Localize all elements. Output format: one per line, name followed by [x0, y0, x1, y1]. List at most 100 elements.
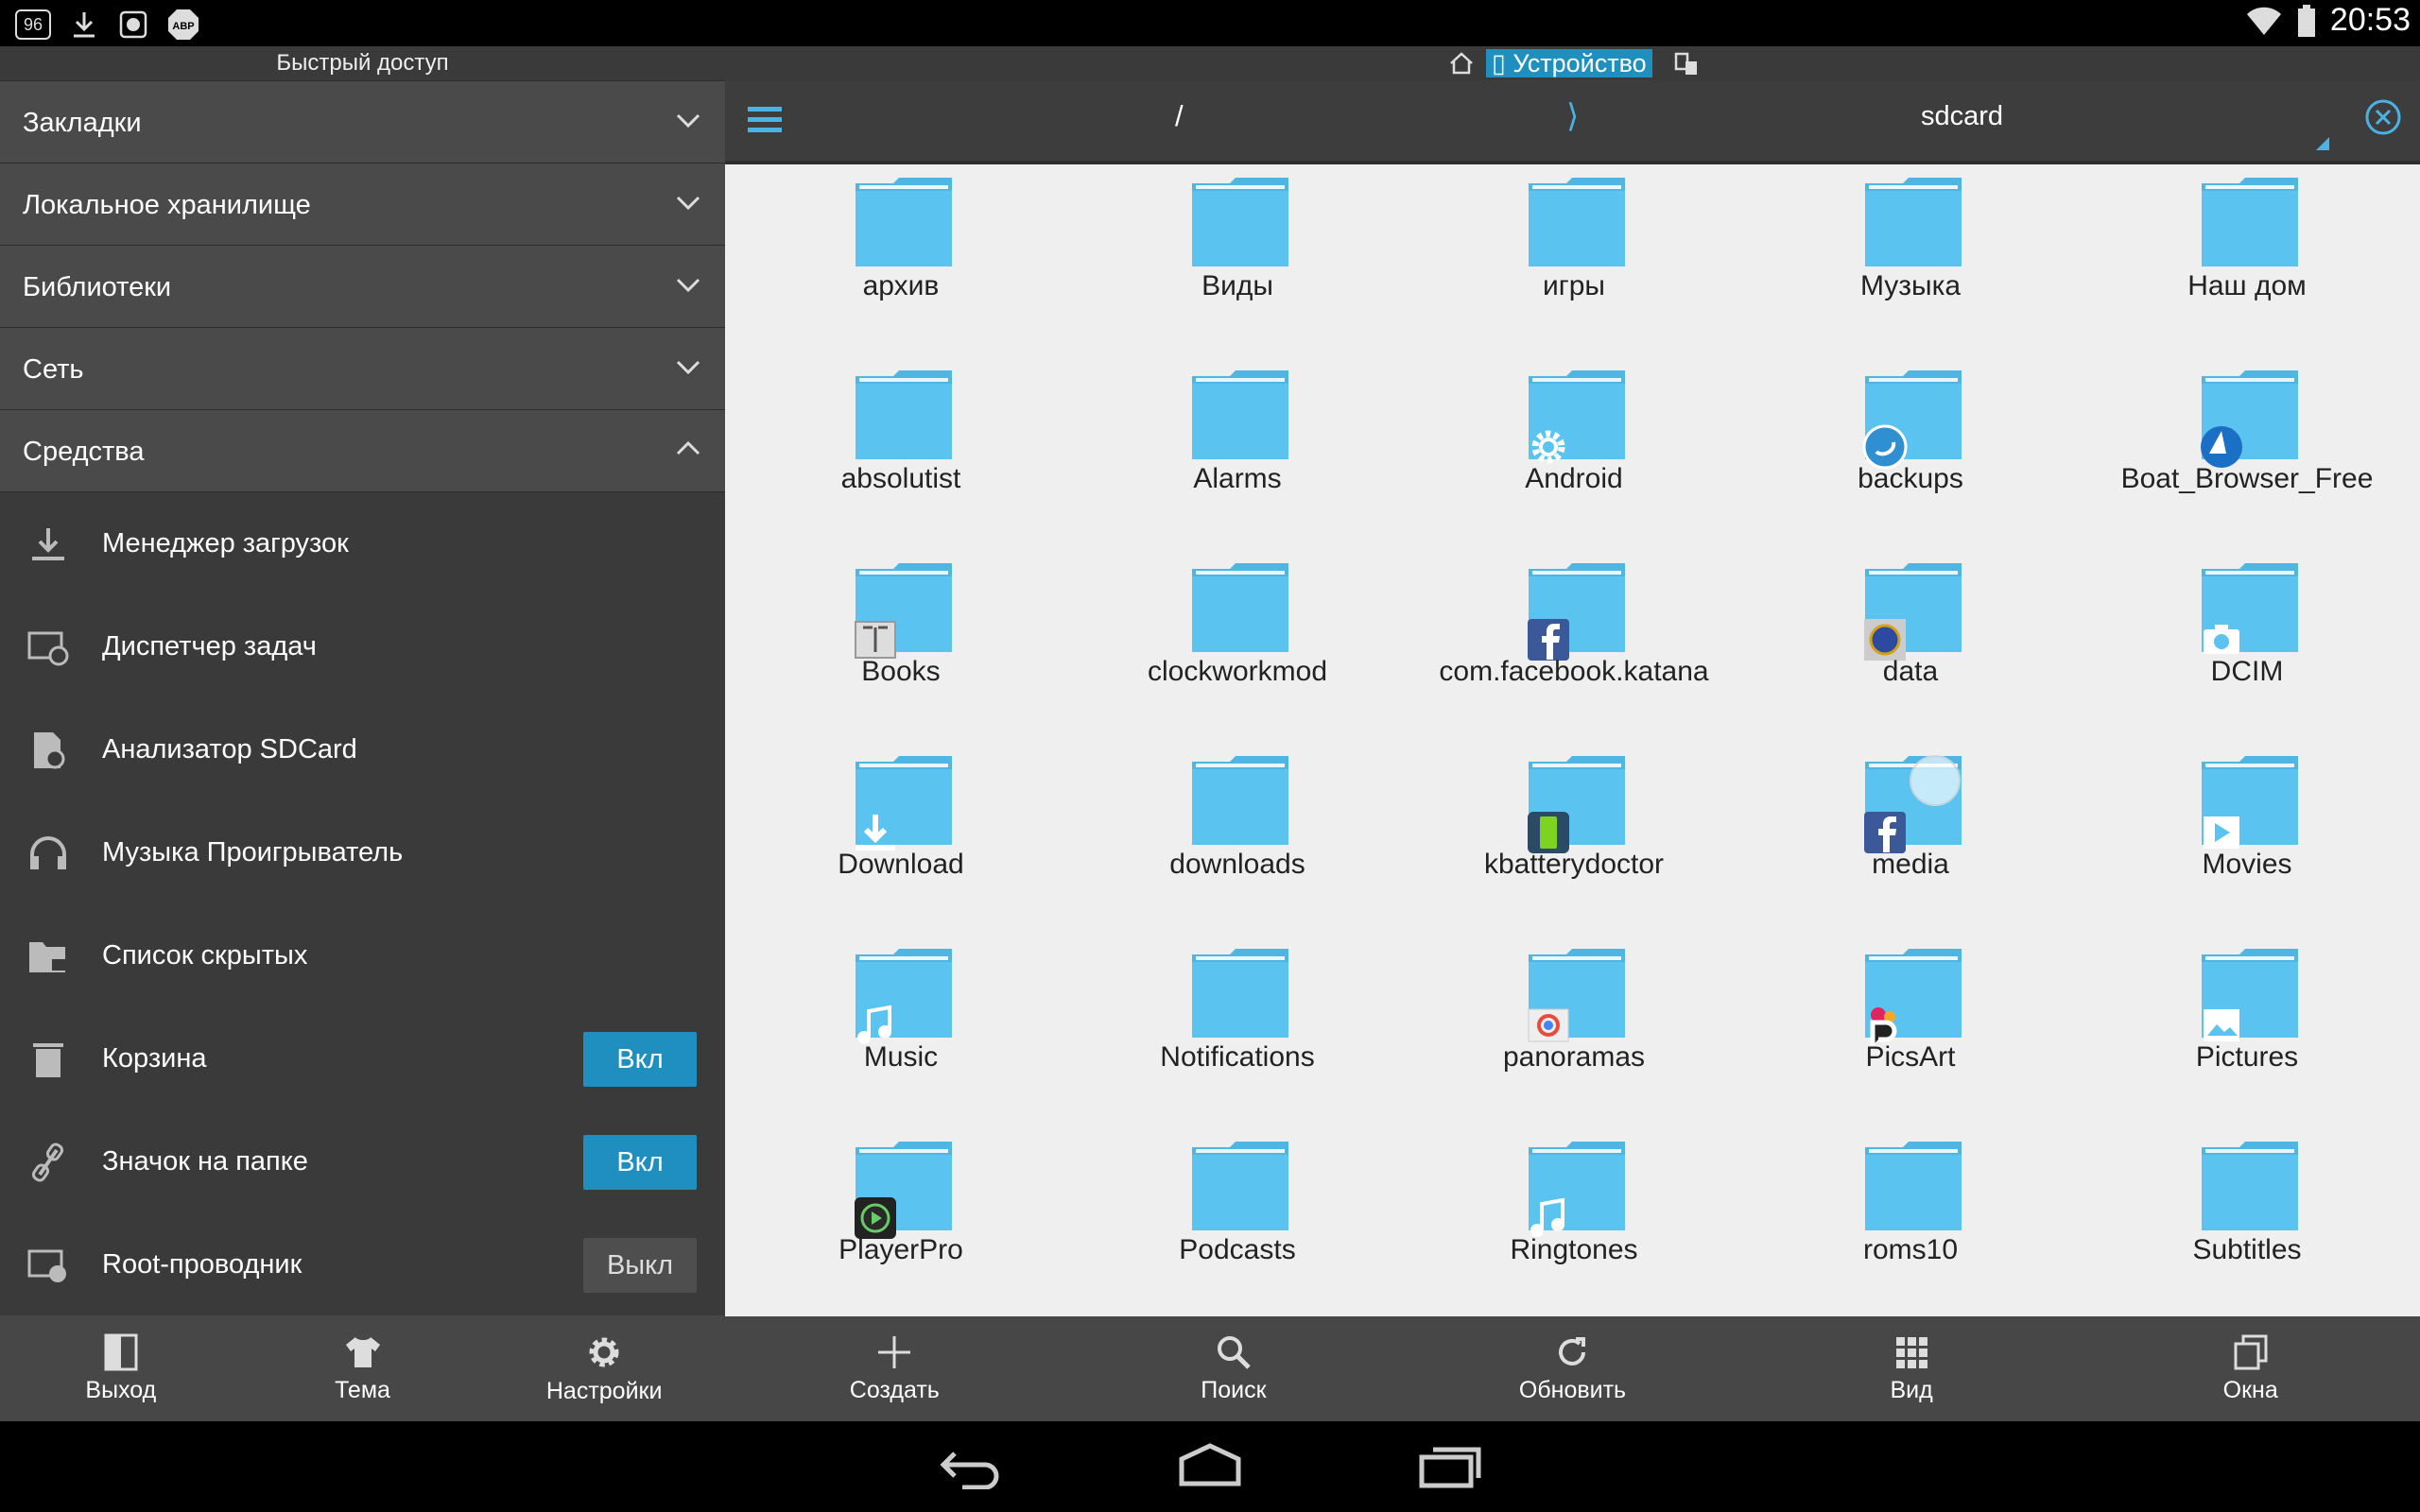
folder-item[interactable]: Наш дом — [2079, 164, 2415, 353]
section-tools[interactable]: Средства — [0, 410, 725, 492]
folder-item[interactable]: clockworkmod — [1069, 550, 1406, 739]
folder-item[interactable]: DCIM — [2079, 550, 2415, 739]
folder-item[interactable]: Music — [733, 936, 1069, 1125]
tool-label: Список скрытых — [102, 940, 308, 971]
folder-icon — [1192, 756, 1288, 845]
tool-root-explorer[interactable]: Root-проводник Выкл — [0, 1213, 725, 1316]
root-explorer-toggle[interactable]: Выкл — [583, 1238, 697, 1293]
folder-item[interactable]: panoramas — [1406, 936, 1742, 1125]
menu-icon[interactable] — [746, 103, 784, 137]
folder-item[interactable]: архив — [733, 164, 1069, 353]
folder-item[interactable]: Download — [733, 743, 1069, 932]
exit-button[interactable]: Выход — [0, 1315, 242, 1421]
notification-96-icon: 96 — [15, 9, 51, 40]
tool-folder-badge[interactable]: Значок на папке Вкл — [0, 1110, 725, 1213]
recent-apps-icon[interactable] — [1418, 1440, 1486, 1489]
tool-download-manager[interactable]: Менеджер загрузок — [0, 492, 725, 595]
settings-label: Настройки — [545, 1377, 663, 1404]
folder-item[interactable]: Виды — [1069, 164, 1406, 353]
windows-button[interactable]: Окна — [2081, 1316, 2420, 1421]
folder-item[interactable]: Ringtones — [1406, 1128, 1742, 1317]
folder-item[interactable]: PlayerPro — [733, 1128, 1069, 1317]
settings-button[interactable]: Настройки — [483, 1315, 725, 1421]
folder-item[interactable]: Alarms — [1069, 357, 1406, 546]
folder-name: PlayerPro — [838, 1234, 963, 1265]
windows-icon — [2234, 1334, 2268, 1370]
folder-name: Movies — [2202, 849, 2292, 880]
search-icon — [1217, 1336, 1251, 1369]
refresh-button[interactable]: Обновить — [1403, 1316, 1742, 1421]
folder-name: Музыка — [1859, 270, 1962, 301]
tool-label: Значок на папке — [102, 1146, 308, 1177]
section-label: Библиотеки — [23, 272, 172, 302]
tab-device[interactable]: ▯ Устройство — [1486, 49, 1652, 77]
folder-name: Books — [861, 656, 941, 687]
home-icon[interactable] — [1448, 51, 1475, 76]
back-icon[interactable] — [934, 1440, 1002, 1489]
folder-icon — [856, 370, 952, 459]
folder-item[interactable]: Subtitles — [2079, 1128, 2415, 1317]
folder-item[interactable]: backups — [1742, 357, 2079, 546]
sd-card-icon — [34, 732, 65, 769]
folder-name: Notifications — [1160, 1041, 1315, 1073]
search-button[interactable]: Поиск — [1064, 1316, 1404, 1421]
folder-item[interactable]: Notifications — [1069, 936, 1406, 1125]
file-grid: архив Виды игры Музыка Наш дом absolutist Alar… — [725, 164, 2420, 1316]
folder-item[interactable]: PicsArt — [1742, 936, 2079, 1125]
folder-item[interactable]: kbatterydoctor — [1406, 743, 1742, 932]
tool-task-manager[interactable]: Диспетчер задач — [0, 595, 725, 698]
folder-name: Ringtones — [1510, 1234, 1638, 1265]
folder-item[interactable]: Музыка — [1742, 164, 2079, 353]
folder-name: архив — [862, 270, 940, 301]
section-local-storage[interactable]: Локальное хранилище — [0, 163, 725, 246]
folder-badge-toggle[interactable]: Вкл — [583, 1135, 697, 1190]
clock: 20:53 — [2329, 2, 2411, 38]
folder-name: backups — [1858, 463, 1963, 494]
folder-item[interactable]: roms10 — [1742, 1128, 2079, 1317]
create-button[interactable]: Создать — [725, 1316, 1064, 1421]
chevron-up-icon — [676, 440, 700, 455]
folder-item[interactable]: downloads — [1069, 743, 1406, 932]
breadcrumb-root[interactable]: / — [1175, 99, 1184, 133]
tool-hidden-list[interactable]: Список скрытых — [0, 904, 725, 1007]
section-bookmarks[interactable]: Закладки — [0, 81, 725, 163]
theme-button[interactable]: Тема — [242, 1315, 484, 1421]
root-explorer-icon — [27, 1249, 66, 1282]
recycle-bin-toggle[interactable]: Вкл — [583, 1032, 697, 1087]
network-icon[interactable] — [1673, 52, 1700, 77]
section-label: Закладки — [23, 108, 142, 138]
folder-item[interactable]: absolutist — [733, 357, 1069, 546]
link-icon — [31, 1143, 64, 1182]
folder-item[interactable]: игры — [1406, 164, 1742, 353]
folder-item[interactable]: Boat_Browser_Free — [2079, 357, 2415, 546]
section-libraries[interactable]: Библиотеки — [0, 246, 725, 328]
folder-item[interactable]: Books — [733, 550, 1069, 739]
section-network[interactable]: Сеть — [0, 328, 725, 410]
folder-name: Наш дом — [2187, 270, 2307, 301]
tool-sdcard-analyzer[interactable]: Анализатор SDCard — [0, 698, 725, 801]
phone-icon: ▯ — [1492, 49, 1506, 77]
folder-name: игры — [1543, 270, 1605, 301]
view-button[interactable]: Вид — [1742, 1316, 2082, 1421]
right-bottom-bar: Создать Поиск Обновить Вид Окна — [725, 1316, 2420, 1421]
tool-label: Анализатор SDCard — [102, 734, 357, 765]
windows-label: Окна — [2222, 1377, 2278, 1403]
close-icon[interactable] — [2363, 97, 2403, 137]
wifi-icon — [2246, 7, 2281, 35]
theme-label: Тема — [335, 1376, 390, 1403]
folder-item[interactable]: Podcasts — [1069, 1128, 1406, 1317]
folder-item[interactable]: Movies — [2079, 743, 2415, 932]
folder-item[interactable]: data — [1742, 550, 2079, 739]
folder-item[interactable]: Android — [1406, 357, 1742, 546]
breadcrumb-current[interactable]: sdcard — [1921, 101, 2003, 132]
tool-recycle-bin[interactable]: Корзина Вкл — [0, 1007, 725, 1110]
home-nav-icon[interactable] — [1176, 1440, 1244, 1489]
folder-item[interactable]: Pictures — [2079, 936, 2415, 1125]
dropdown-corner-icon[interactable] — [2316, 137, 2329, 150]
folder-name: roms10 — [1862, 1234, 1959, 1265]
folder-name: Android — [1525, 463, 1623, 494]
download-notification-icon — [74, 12, 95, 38]
folder-item[interactable]: com.facebook.katana — [1406, 550, 1742, 739]
tool-music-player[interactable]: Музыка Проигрыватель — [0, 801, 725, 904]
folder-name: Виды — [1201, 270, 1273, 301]
